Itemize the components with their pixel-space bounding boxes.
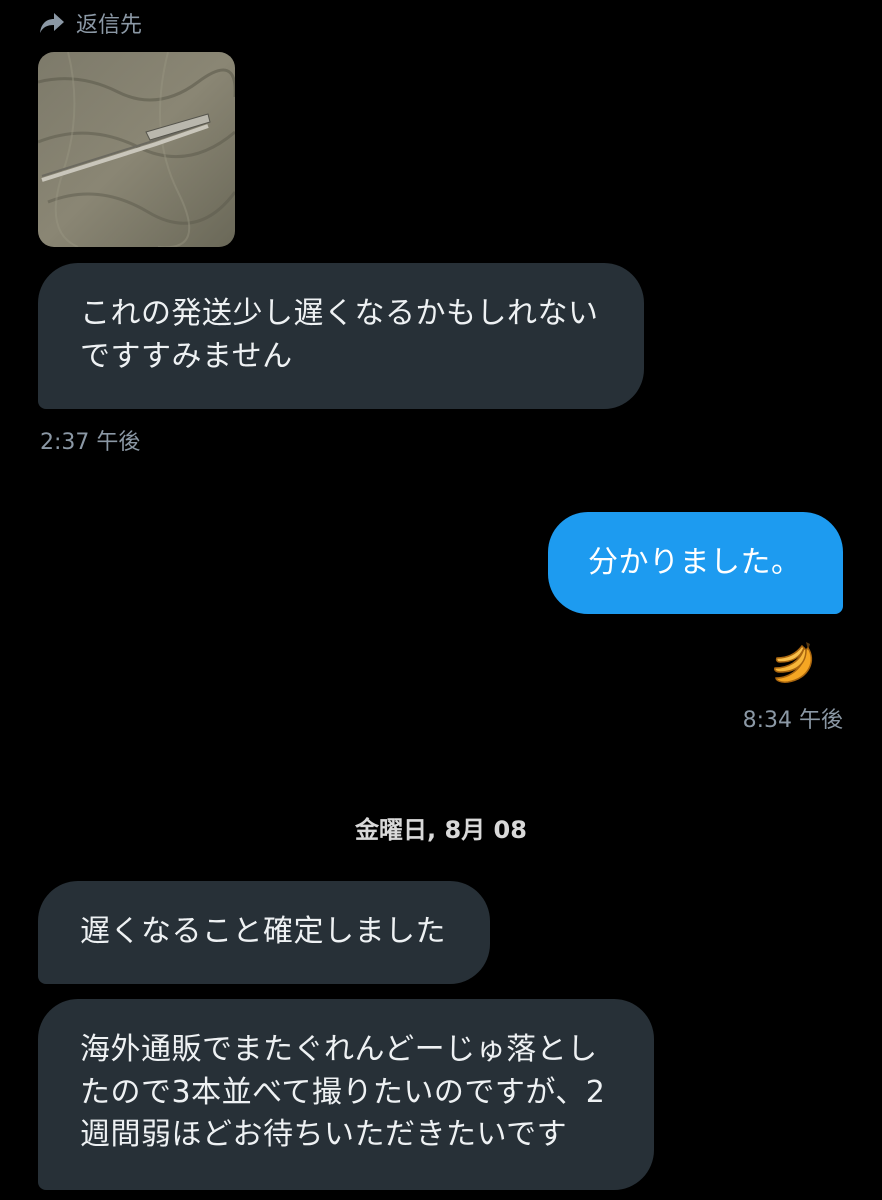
message-timestamp: 8:34 午後	[742, 708, 843, 733]
dm-conversation: 返信先 これの発送少し遅くなるかもしれない ですすみません 2:37 午後 分か…	[0, 0, 882, 1200]
message-timestamp: 2:37 午後	[40, 430, 141, 455]
reply-label: 返信先	[76, 13, 143, 38]
message-bubble-incoming[interactable]: 海外通販でまたぐれんどーじゅ落とし たので3本並べて撮りたいのですが、2 週間弱…	[38, 999, 654, 1190]
banana-reaction-icon[interactable]	[770, 638, 820, 688]
reply-arrow-icon	[38, 11, 66, 35]
reply-context[interactable]: 返信先	[38, 8, 142, 38]
message-bubble-incoming[interactable]: これの発送少し遅くなるかもしれない ですすみません	[38, 263, 644, 409]
message-bubble-outgoing[interactable]: 分かりました。	[548, 512, 843, 614]
attached-photo[interactable]	[38, 52, 235, 247]
date-divider: 金曜日, 8月 08	[355, 816, 527, 844]
message-bubble-incoming[interactable]: 遅くなること確定しました	[38, 881, 490, 984]
